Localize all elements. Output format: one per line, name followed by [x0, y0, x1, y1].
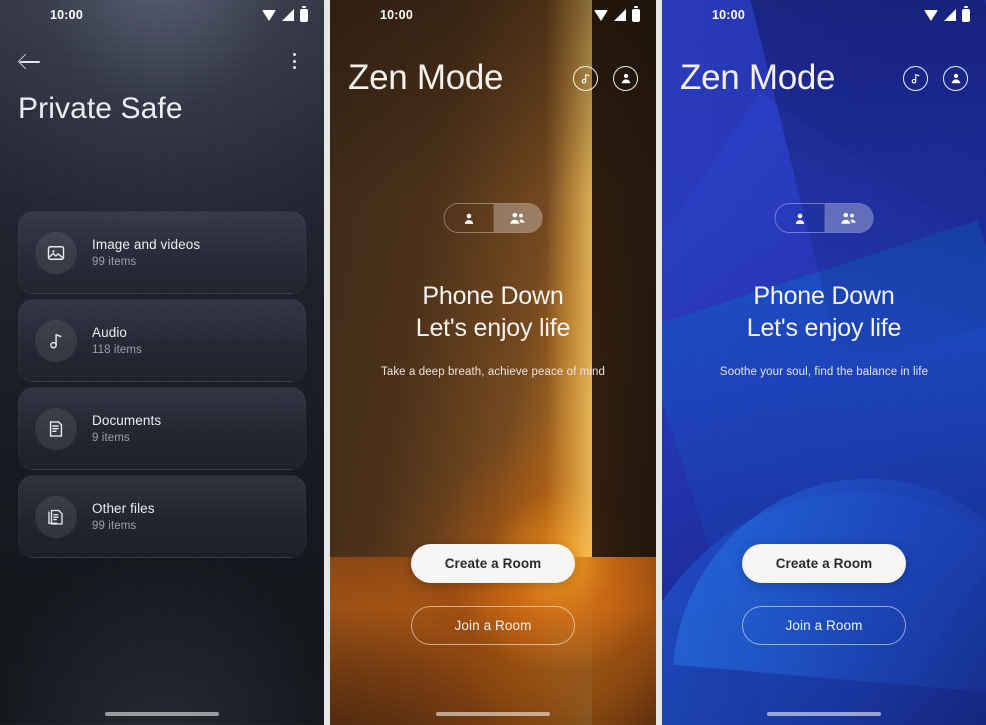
- status-icons: [262, 6, 308, 22]
- home-indicator[interactable]: [436, 712, 550, 716]
- hero-line-1: Phone Down: [422, 282, 564, 310]
- signal-icon: [282, 9, 294, 21]
- list-item-count: 9 items: [92, 432, 130, 444]
- home-indicator[interactable]: [105, 712, 219, 716]
- zen-header-actions: [903, 65, 968, 91]
- zen-mode-blue-panel: 10:00 Zen Mode Phone Down Let's enjoy li…: [662, 0, 986, 725]
- status-time: 10:00: [712, 8, 745, 22]
- home-indicator[interactable]: [767, 712, 881, 716]
- group-icon: [510, 212, 525, 224]
- music-circle-icon[interactable]: [903, 65, 928, 91]
- wifi-icon: [262, 9, 276, 21]
- hero-line-1: Phone Down: [753, 282, 895, 310]
- create-room-button[interactable]: Create a Room: [742, 544, 906, 583]
- safe-toolbar: [0, 44, 324, 78]
- image-icon: [35, 231, 77, 274]
- back-arrow-icon[interactable]: [18, 48, 44, 74]
- list-item-count: 99 items: [92, 256, 137, 268]
- hero-subtitle: Take a deep breath, achieve peace of min…: [380, 366, 606, 378]
- safe-category-list: Image and videos 99 items Audio 118 item…: [18, 211, 306, 558]
- page-title: Zen Mode: [348, 58, 504, 97]
- segment-solo-mode[interactable]: [445, 204, 494, 232]
- group-icon: [841, 212, 856, 224]
- list-item-label: Audio: [92, 325, 128, 340]
- signal-icon: [614, 9, 626, 21]
- person-icon: [464, 213, 473, 224]
- status-bar: 10:00: [330, 0, 656, 30]
- list-item-count: 99 items: [92, 520, 137, 532]
- mode-segmented-control[interactable]: [443, 203, 543, 233]
- list-item-audio[interactable]: Audio 118 items: [18, 299, 306, 382]
- kebab-menu-icon[interactable]: [284, 49, 306, 73]
- page-title: Zen Mode: [680, 58, 836, 97]
- wifi-icon: [924, 9, 938, 21]
- segment-group-mode[interactable]: [824, 204, 873, 232]
- join-room-button[interactable]: Join a Room: [411, 606, 575, 645]
- music-circle-icon[interactable]: [573, 65, 598, 91]
- list-item-label: Other files: [92, 501, 155, 516]
- hero-line-2: Let's enjoy life: [415, 314, 571, 342]
- list-item-text: Other files 99 items: [92, 501, 155, 532]
- list-item-text: Audio 118 items: [92, 325, 142, 356]
- mode-segmented-control[interactable]: [774, 203, 874, 233]
- zen-header: Zen Mode: [330, 50, 656, 106]
- private-safe-panel: 10:00 Private Safe Image and videos 99 i…: [0, 0, 324, 725]
- list-item-text: Image and videos 99 items: [92, 237, 200, 268]
- document-icon: [35, 407, 77, 450]
- status-time: 10:00: [380, 8, 413, 22]
- status-bar: 10:00: [662, 0, 986, 30]
- segment-solo-mode[interactable]: [776, 204, 825, 232]
- battery-icon: [962, 6, 970, 22]
- hero-line-2: Let's enjoy life: [746, 314, 902, 342]
- list-item-image-videos[interactable]: Image and videos 99 items: [18, 211, 306, 294]
- status-time: 10:00: [50, 8, 83, 22]
- zen-header: Zen Mode: [662, 50, 986, 106]
- signal-icon: [944, 9, 956, 21]
- page-title: Private Safe: [18, 92, 183, 125]
- files-stack-icon: [35, 495, 77, 538]
- list-item-documents[interactable]: Documents 9 items: [18, 387, 306, 470]
- status-icons: [594, 6, 640, 22]
- music-note-icon: [35, 319, 77, 362]
- account-circle-icon[interactable]: [943, 65, 968, 91]
- wifi-icon: [594, 9, 608, 21]
- join-room-button[interactable]: Join a Room: [742, 606, 906, 645]
- zen-mode-warm-panel: 10:00 Zen Mode Phone Down Let's enjoy li…: [330, 0, 656, 725]
- status-icons: [924, 6, 970, 22]
- person-icon: [795, 213, 804, 224]
- zen-actions: Create a Room Join a Room: [330, 544, 656, 645]
- hero-subtitle: Soothe your soul, find the balance in li…: [719, 366, 929, 378]
- list-item-label: Documents: [92, 413, 162, 428]
- list-item-label: Image and videos: [92, 237, 201, 252]
- status-bar: 10:00: [0, 0, 324, 30]
- zen-hero: Phone Down Let's enjoy life Soothe your …: [662, 280, 986, 378]
- battery-icon: [300, 6, 308, 22]
- battery-icon: [632, 6, 640, 22]
- zen-header-actions: [573, 65, 638, 91]
- list-item-other-files[interactable]: Other files 99 items: [18, 475, 306, 558]
- screenshot-stage: 10:00 Private Safe Image and videos 99 i…: [0, 0, 986, 725]
- list-item-text: Documents 9 items: [92, 413, 161, 444]
- create-room-button[interactable]: Create a Room: [411, 544, 575, 583]
- zen-hero: Phone Down Let's enjoy life Take a deep …: [330, 280, 656, 378]
- account-circle-icon[interactable]: [613, 65, 638, 91]
- zen-actions: Create a Room Join a Room: [662, 544, 986, 645]
- segment-group-mode[interactable]: [493, 204, 542, 232]
- list-item-count: 118 items: [92, 344, 142, 356]
